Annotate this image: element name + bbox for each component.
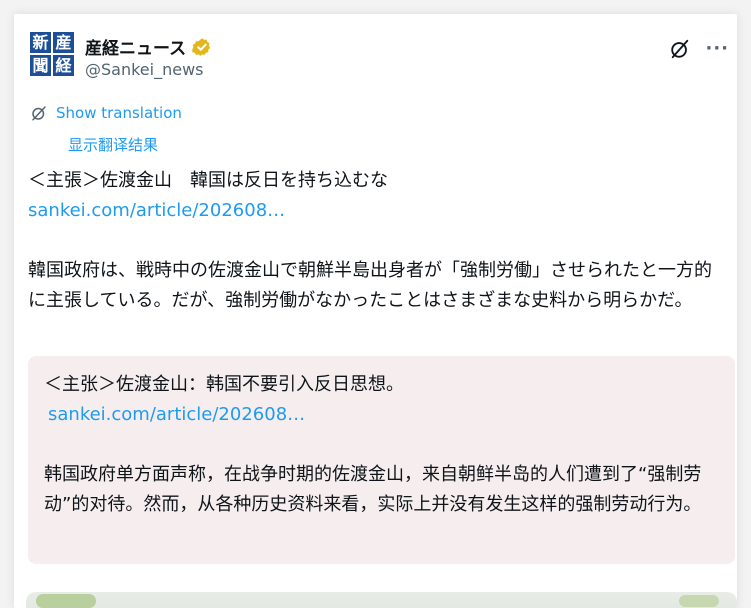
tweet-headline: ＜主張＞佐渡金山 韓国は反日を持ち込むな — [28, 170, 388, 191]
translate-row[interactable]: Show translation — [30, 104, 182, 122]
translation-paragraph: 韩国政府单方面声称，在战争时期的佐渡金山，来自朝鲜半岛的人们遭到了“强制劳动”的… — [44, 464, 702, 515]
tweet-article-link[interactable]: sankei.com/article/202608… — [28, 200, 285, 221]
author-display-name[interactable]: 産経ニュース — [85, 34, 186, 59]
more-options-icon[interactable]: ··· — [705, 40, 729, 58]
avatar-char: 新 — [30, 32, 51, 53]
media-foliage — [36, 594, 96, 608]
avatar-char: 経 — [53, 55, 74, 76]
avatar-char: 産 — [53, 32, 74, 53]
tweet-card: 新 産 聞 経 産経ニュース @Sankei_news ··· Show tra… — [14, 14, 737, 608]
tweet-paragraph: 韓国政府は、戦時中の佐渡金山で朝鮮半島出身者が「強制労働」させられたと一方的に主… — [28, 260, 712, 311]
author-handle[interactable]: @Sankei_news — [85, 60, 204, 79]
avatar-char: 聞 — [30, 55, 51, 76]
tweet-actions-top: ··· — [669, 38, 729, 60]
grok-icon[interactable] — [669, 38, 691, 60]
show-translation-link[interactable]: Show translation — [56, 104, 182, 122]
verified-badge-icon — [192, 37, 211, 56]
avatar-logo: 新 産 聞 経 — [30, 32, 74, 76]
show-translation-zh-link[interactable]: 显示翻译结果 — [68, 134, 158, 155]
avatar[interactable]: 新 産 聞 経 — [30, 32, 74, 76]
translation-article-link[interactable]: sankei.com/article/202608… — [48, 404, 305, 425]
translation-headline: ＜主张＞佐渡金山：韩国不要引入反日思想。 — [44, 374, 404, 395]
translate-icon — [32, 106, 46, 121]
translation-box: ＜主张＞佐渡金山：韩国不要引入反日思想。 sankei.com/article/… — [28, 356, 735, 564]
author-name-row: 産経ニュース — [85, 34, 212, 59]
tweet-media-preview[interactable] — [26, 592, 737, 608]
media-foliage — [679, 595, 719, 607]
